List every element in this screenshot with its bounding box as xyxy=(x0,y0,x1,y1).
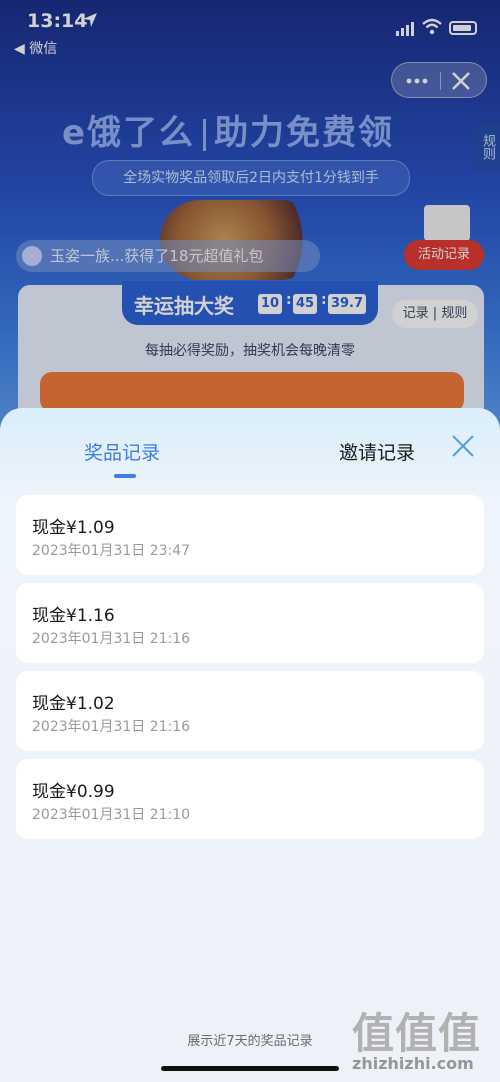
close-icon[interactable] xyxy=(450,433,476,459)
home-indicator[interactable] xyxy=(161,1066,339,1071)
record-amount: 现金¥0.99 xyxy=(32,782,115,802)
list-item: 现金¥1.02 2023年01月31日 21:16 xyxy=(16,671,484,751)
record-time: 2023年01月31日 21:16 xyxy=(32,631,191,647)
tab-invite-records[interactable]: 邀请记录 xyxy=(339,438,415,465)
record-time: 2023年01月31日 21:10 xyxy=(32,807,191,823)
watermark-glyphs: 值值值 xyxy=(352,1009,482,1058)
list-item: 现金¥0.99 2023年01月31日 21:10 xyxy=(16,759,484,839)
watermark-logo: 值值值 zhizhizhi.com xyxy=(350,1000,496,1078)
record-time: 2023年01月31日 21:16 xyxy=(32,719,191,735)
prize-record-list: 现金¥1.09 2023年01月31日 23:47 现金¥1.16 2023年0… xyxy=(16,495,484,847)
active-tab-indicator xyxy=(114,474,136,478)
record-amount: 现金¥1.02 xyxy=(32,694,115,714)
records-sheet: 奖品记录 邀请记录 现金¥1.09 2023年01月31日 23:47 现金¥1… xyxy=(0,408,500,1082)
record-amount: 现金¥1.09 xyxy=(32,518,115,538)
record-time: 2023年01月31日 23:47 xyxy=(32,543,191,559)
tab-prize-records[interactable]: 奖品记录 xyxy=(84,438,160,465)
watermark-domain: zhizhizhi.com xyxy=(352,1054,474,1073)
list-item: 现金¥1.09 2023年01月31日 23:47 xyxy=(16,495,484,575)
record-amount: 现金¥1.16 xyxy=(32,606,115,626)
list-item: 现金¥1.16 2023年01月31日 21:16 xyxy=(16,583,484,663)
